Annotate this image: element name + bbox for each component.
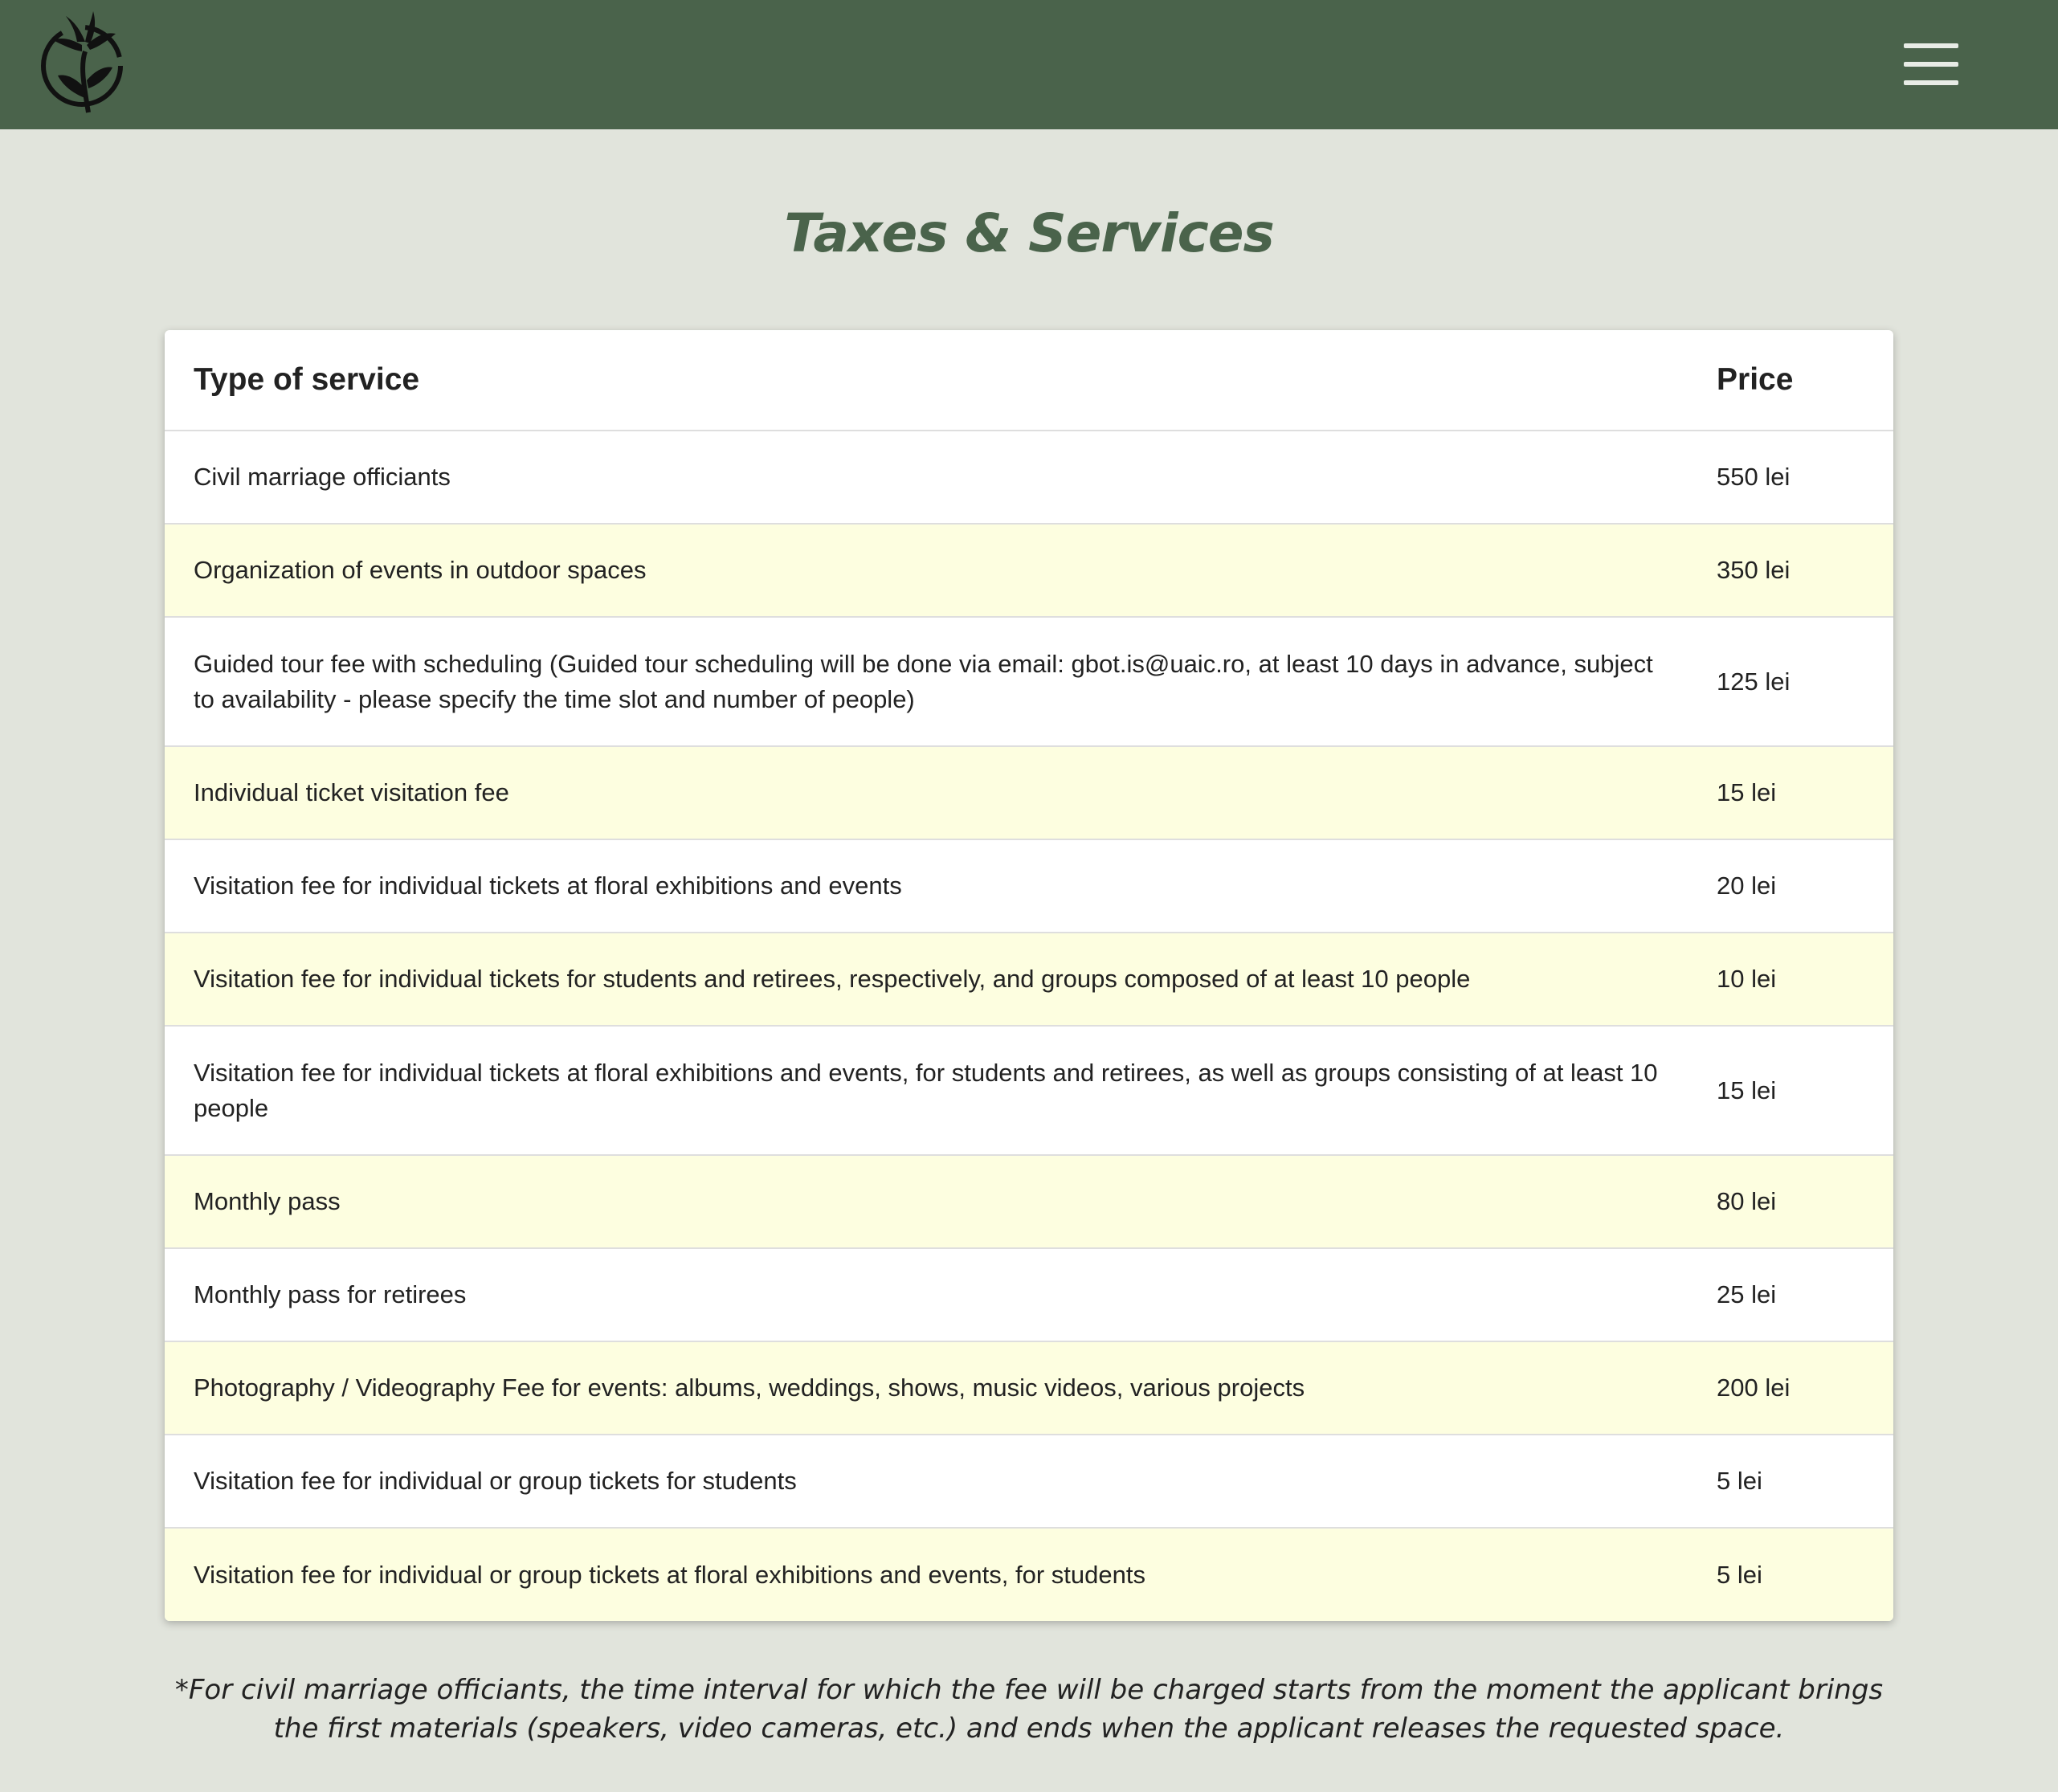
service-cell: Guided tour fee with scheduling (Guided …	[165, 617, 1715, 747]
price-cell: 550 lei	[1715, 431, 1893, 525]
price-cell: 25 lei	[1715, 1248, 1893, 1342]
home-logo-link[interactable]	[39, 10, 129, 116]
hamburger-menu-button[interactable]	[1904, 42, 1965, 87]
hamburger-menu-icon-bar	[1904, 80, 1958, 85]
price-cell: 20 lei	[1715, 839, 1893, 933]
price-cell: 15 lei	[1715, 746, 1893, 840]
site-header	[0, 0, 2058, 129]
table-row: Photography / Videography Fee for events…	[165, 1341, 1893, 1435]
service-cell: Civil marriage officiants	[165, 431, 1715, 525]
table-row: Monthly pass for retirees 25 lei	[165, 1248, 1893, 1342]
price-cell: 125 lei	[1715, 617, 1893, 747]
service-cell: Monthly pass for retirees	[165, 1248, 1715, 1342]
table-row: Visitation fee for individual or group t…	[165, 1435, 1893, 1529]
page-title: Taxes & Services	[784, 202, 1275, 264]
service-cell: Monthly pass	[165, 1155, 1715, 1249]
services-price-table: Type of service Price Civil marriage off…	[165, 330, 1893, 1621]
service-cell: Visitation fee for individual tickets at…	[165, 839, 1715, 933]
header-price: Price	[1715, 330, 1893, 431]
table-row: Visitation fee for individual tickets at…	[165, 839, 1893, 933]
footnote: *For civil marriage officiants, the time…	[174, 1674, 1884, 1745]
service-cell: Individual ticket visitation fee	[165, 746, 1715, 840]
table-header-row: Type of service Price	[165, 330, 1893, 431]
table-row: Visitation fee for individual tickets at…	[165, 1026, 1893, 1156]
table-row: Individual ticket visitation fee 15 lei	[165, 746, 1893, 840]
service-cell: Photography / Videography Fee for events…	[165, 1341, 1715, 1435]
table-row: Organization of events in outdoor spaces…	[165, 524, 1893, 618]
price-cell: 10 lei	[1715, 933, 1893, 1027]
price-cell: 15 lei	[1715, 1026, 1893, 1156]
price-cell: 350 lei	[1715, 524, 1893, 618]
services-price-table-card: Type of service Price Civil marriage off…	[165, 330, 1893, 1621]
service-cell: Visitation fee for individual or group t…	[165, 1435, 1715, 1529]
price-cell: 5 lei	[1715, 1528, 1893, 1621]
lily-flower-logo-icon	[41, 11, 123, 113]
price-cell: 80 lei	[1715, 1155, 1893, 1249]
service-cell: Visitation fee for individual or group t…	[165, 1528, 1715, 1621]
table-row: Guided tour fee with scheduling (Guided …	[165, 617, 1893, 747]
price-cell: 5 lei	[1715, 1435, 1893, 1529]
hamburger-menu-icon	[1904, 43, 1958, 48]
table-row: Civil marriage officiants 550 lei	[165, 431, 1893, 525]
service-cell: Visitation fee for individual tickets fo…	[165, 933, 1715, 1027]
service-cell: Organization of events in outdoor spaces	[165, 524, 1715, 618]
price-cell: 200 lei	[1715, 1341, 1893, 1435]
table-row: Visitation fee for individual or group t…	[165, 1528, 1893, 1621]
table-row: Visitation fee for individual tickets fo…	[165, 933, 1893, 1027]
header-type-of-service: Type of service	[165, 330, 1715, 431]
service-cell: Visitation fee for individual tickets at…	[165, 1026, 1715, 1156]
hamburger-menu-icon-bar	[1904, 62, 1958, 67]
table-row: Monthly pass 80 lei	[165, 1155, 1893, 1249]
